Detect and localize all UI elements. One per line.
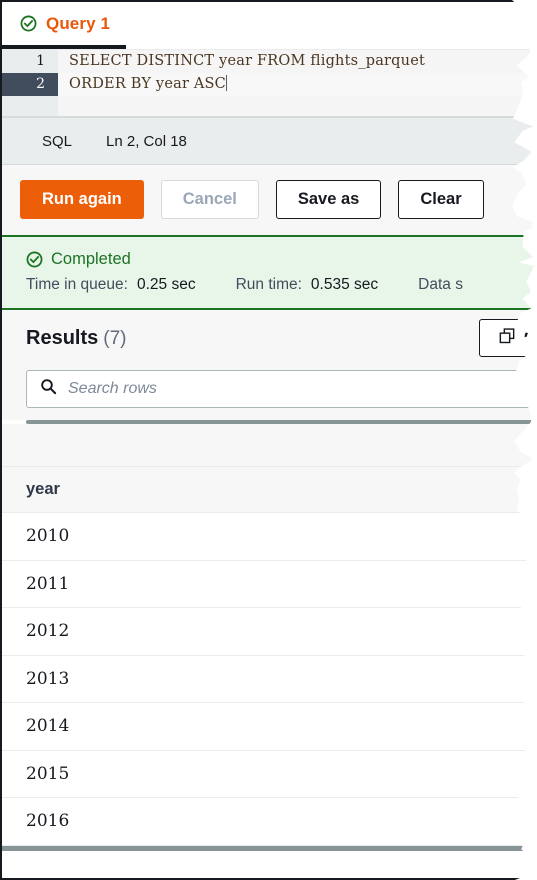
cell-year: 2013 xyxy=(26,668,70,689)
cell-year: 2014 xyxy=(26,716,70,737)
line-text[interactable]: SELECT DISTINCT year FROM flights_parque… xyxy=(58,50,537,73)
metric-value: 0.25 sec xyxy=(136,276,196,293)
line-text[interactable]: ORDER BY year ASC xyxy=(58,73,537,96)
search-input[interactable] xyxy=(68,371,532,407)
cell-year: 2012 xyxy=(26,621,70,642)
metric-data-scanned: Data s xyxy=(418,276,463,294)
save-as-button[interactable]: Save as xyxy=(275,180,382,219)
table-row[interactable]: 2013 xyxy=(2,655,537,703)
results-header: Results(7) Copy xyxy=(2,310,537,366)
banner-status-text: Completed xyxy=(51,250,131,268)
results-count: (7) xyxy=(103,327,127,349)
sql-editor[interactable]: 1 SELECT DISTINCT year FROM flights_parq… xyxy=(2,50,537,117)
cancel-button: Cancel xyxy=(160,180,259,219)
metric-value: 0.535 sec xyxy=(310,276,379,293)
cell-year: 2010 xyxy=(26,526,70,547)
table-row[interactable]: 2010 xyxy=(2,513,537,561)
text-cursor xyxy=(225,75,227,91)
table-row[interactable]: 2016 xyxy=(2,798,537,846)
query-panel: Query 1 1 SELECT DISTINCT year FROM flig… xyxy=(0,0,537,880)
code-line[interactable]: 1 SELECT DISTINCT year FROM flights_parq… xyxy=(2,50,537,73)
query-status-banner: Completed Time in queue: 0.25 sec Run ti… xyxy=(2,235,537,310)
cell-year: 2016 xyxy=(26,811,70,832)
metric-label: Run time: xyxy=(235,276,302,293)
editor-cursor-position: Ln 2, Col 18 xyxy=(106,132,187,150)
tab-label: Query 1 xyxy=(46,13,111,33)
results-spacer xyxy=(2,424,537,466)
metric-label: Time in queue: xyxy=(26,276,128,293)
copy-button[interactable]: Copy xyxy=(479,319,537,357)
table-header-row: year xyxy=(2,466,537,513)
table-row[interactable]: 2015 xyxy=(2,750,537,798)
editor-status-bar: SQL Ln 2, Col 18 xyxy=(2,117,537,165)
editor-language: SQL xyxy=(42,132,73,150)
copy-icon xyxy=(499,327,515,349)
code-line[interactable]: 2 ORDER BY year ASC xyxy=(2,73,537,96)
banner-header: Completed xyxy=(26,250,537,269)
search-icon xyxy=(40,378,57,400)
column-header-year[interactable]: year xyxy=(26,480,60,499)
cell-year: 2015 xyxy=(26,763,70,784)
results-title: Results xyxy=(26,326,99,349)
line-number: 2 xyxy=(2,73,58,96)
check-circle-icon xyxy=(20,15,37,32)
line-number: 1 xyxy=(2,50,58,73)
results-table: year 2010 2011 2012 2013 2014 2015 2016 xyxy=(2,466,537,851)
screenshot-root: Query 1 1 SELECT DISTINCT year FROM flig… xyxy=(0,0,537,880)
line-text-content: ORDER BY year ASC xyxy=(69,76,226,92)
metric-label: Data s xyxy=(418,276,463,293)
banner-metrics: Time in queue: 0.25 sec Run time: 0.535 … xyxy=(26,276,537,294)
metric-time-in-queue: Time in queue: 0.25 sec xyxy=(26,276,196,294)
results-search-area xyxy=(2,366,537,420)
search-box[interactable] xyxy=(26,370,537,408)
editor-filler xyxy=(58,96,537,116)
metric-run-time: Run time: 0.535 sec xyxy=(236,276,379,294)
results-title-group: Results (7) xyxy=(26,327,126,350)
table-row[interactable]: 2012 xyxy=(2,608,537,656)
table-row[interactable]: 2011 xyxy=(2,560,537,608)
tab-query-1[interactable]: Query 1 xyxy=(2,2,127,49)
editor-empty-area[interactable] xyxy=(2,96,537,116)
check-circle-icon xyxy=(26,251,43,268)
clear-button[interactable]: Clear xyxy=(398,180,484,219)
cell-year: 2011 xyxy=(26,573,70,594)
query-tab-strip: Query 1 xyxy=(2,2,537,50)
gutter-filler xyxy=(2,96,58,116)
table-row[interactable]: 2014 xyxy=(2,703,537,751)
athena-query-editor: Query 1 1 SELECT DISTINCT year FROM flig… xyxy=(0,0,537,880)
run-again-button[interactable]: Run again xyxy=(20,180,144,219)
editor-actions: Run again Cancel Save as Clear xyxy=(2,165,537,235)
table-bottom-scrollbar[interactable] xyxy=(2,845,537,851)
copy-button-label: Copy xyxy=(524,329,537,346)
